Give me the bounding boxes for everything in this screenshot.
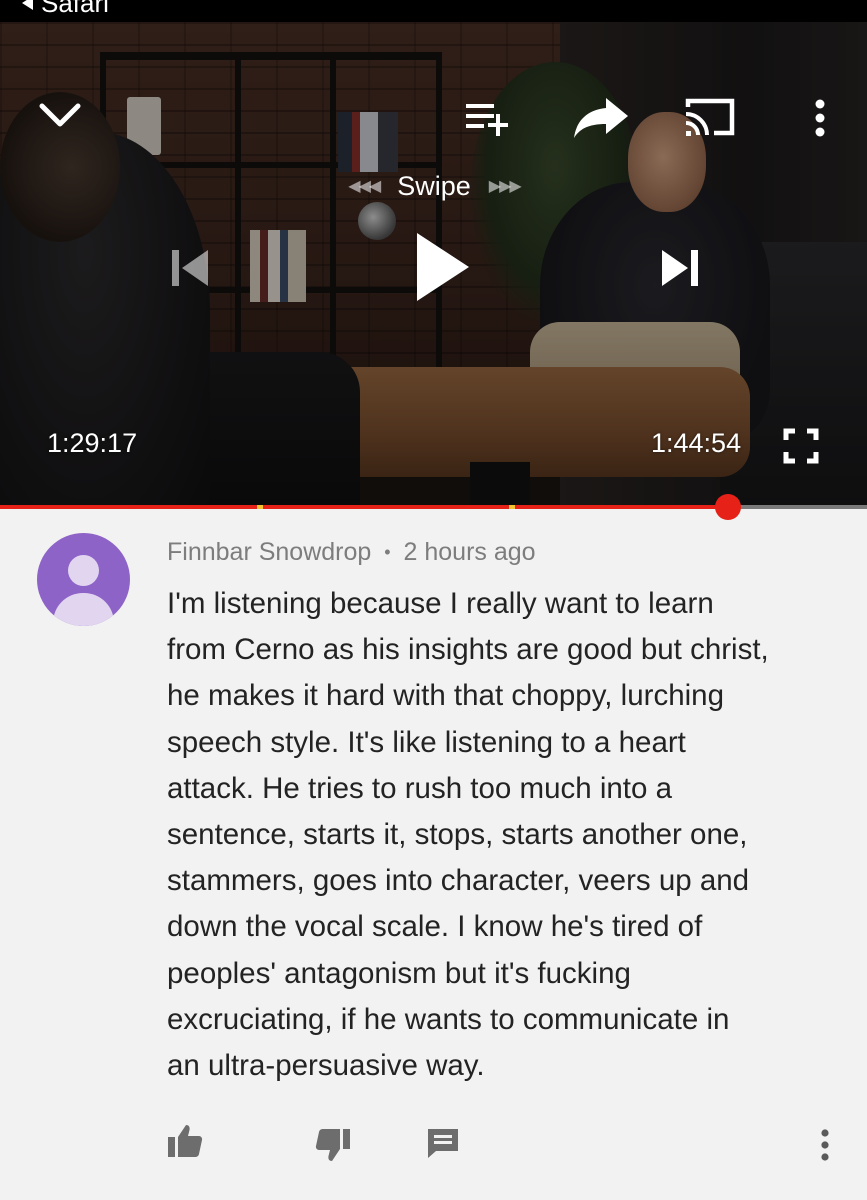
progress-scrubber[interactable] xyxy=(715,494,741,520)
thumb-down-icon xyxy=(315,1129,350,1161)
status-bar: Safari xyxy=(0,0,867,22)
comment-meta: Finnbar Snowdrop • 2 hours ago xyxy=(167,535,536,569)
back-app-label: Safari xyxy=(41,0,109,18)
more-vert-icon xyxy=(815,99,825,137)
play-button[interactable] xyxy=(404,222,480,312)
fullscreen-button[interactable] xyxy=(778,424,824,468)
play-icon xyxy=(417,233,469,301)
comment-line: speech style. It's like listening to a h… xyxy=(167,725,686,759)
video-player[interactable]: ◀◀◀ Swipe ▶▶▶ 1:29:17 1:44:54 xyxy=(0,22,867,507)
comment-more-options-button[interactable] xyxy=(808,1122,842,1168)
cast-button[interactable] xyxy=(680,94,740,140)
progress-played xyxy=(0,505,728,509)
dislike-button[interactable] xyxy=(310,1122,356,1168)
more-options-button[interactable] xyxy=(804,96,836,140)
previous-video-button[interactable] xyxy=(162,240,218,296)
chevron-down-icon xyxy=(39,103,81,127)
swipe-left-arrows: ◀◀◀ xyxy=(348,178,381,195)
add-to-queue-icon xyxy=(466,104,508,136)
current-time: 1:29:17 xyxy=(47,428,138,458)
thumb-up-icon xyxy=(168,1125,203,1157)
avatar-head xyxy=(68,555,99,586)
comment-text: I'm listening because I really want to l… xyxy=(167,581,837,1089)
reply-button[interactable] xyxy=(420,1120,466,1166)
skip-next-icon xyxy=(662,250,698,286)
comment-line: peoples' antagonism but it's fucking xyxy=(167,956,631,990)
share-button[interactable] xyxy=(570,92,632,142)
commenter-avatar[interactable] xyxy=(37,533,130,626)
back-to-safari-button[interactable]: Safari xyxy=(22,0,109,16)
comment-line: from Cerno as his insights are good but … xyxy=(167,633,769,667)
swipe-right-arrows: ▶▶▶ xyxy=(488,178,522,195)
comment-line: I'm listening because I really want to l… xyxy=(167,587,714,620)
swipe-hint: ◀◀◀ Swipe ▶▶▶ xyxy=(318,168,550,204)
comment-line: he makes it hard with that choppy, lurch… xyxy=(167,679,724,713)
comment-line: stammers, goes into character, veers up … xyxy=(167,864,750,898)
share-icon xyxy=(574,98,628,138)
comment-author[interactable]: Finnbar Snowdrop xyxy=(167,538,371,566)
cast-icon xyxy=(685,98,735,136)
comment-timestamp: 2 hours ago xyxy=(403,538,536,566)
meta-separator: • xyxy=(384,542,391,562)
chapter-marker xyxy=(509,505,515,509)
add-to-queue-button[interactable] xyxy=(458,98,518,138)
like-button[interactable] xyxy=(162,1118,208,1164)
comment-line: down the vocal scale. I know he's tired … xyxy=(167,910,703,944)
comment-line: excruciating, if he wants to communicate… xyxy=(167,1002,730,1036)
more-vert-icon xyxy=(821,1129,829,1161)
next-video-button[interactable] xyxy=(652,240,708,296)
back-arrow-icon xyxy=(22,0,33,10)
minimize-player-button[interactable] xyxy=(34,94,86,138)
comment-line: attack. He tries to rush too much into a xyxy=(167,771,673,805)
avatar-body xyxy=(53,593,114,626)
fullscreen-icon xyxy=(783,428,819,464)
swipe-label: Swipe xyxy=(397,170,471,201)
video-duration: 1:44:54 xyxy=(651,428,742,458)
comment-line: an ultra-persuasive way. xyxy=(167,1049,485,1083)
reply-icon xyxy=(428,1129,458,1158)
comment-line: sentence, starts it, stops, starts anoth… xyxy=(167,818,748,852)
chapter-marker xyxy=(257,505,263,509)
skip-previous-icon xyxy=(172,250,208,286)
